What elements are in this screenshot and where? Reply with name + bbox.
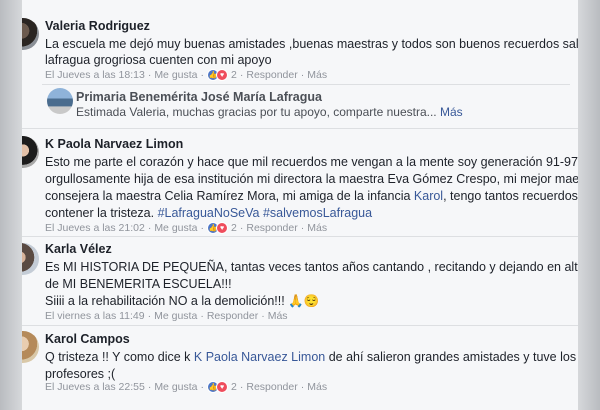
reactions[interactable]: 👍 ♥ — [207, 381, 229, 393]
reply-author-name[interactable]: Primaria Benemérita José María Lafragua — [76, 90, 322, 104]
commenter-name[interactable]: Karla Vélez — [45, 242, 112, 256]
comment-text-line: Q tristeza !! Y como dice k K Paola Narv… — [45, 349, 578, 366]
avatar[interactable] — [22, 136, 39, 168]
reactions[interactable]: 👍 ♥ — [207, 69, 229, 81]
comment-meta: El Jueves a las 22:55 · Me gusta · 👍 ♥ 2… — [45, 381, 328, 393]
comment-text-segment: , tengo tantos recuerdos k no puedo — [443, 189, 578, 203]
commenter-name[interactable]: Valeria Rodriguez — [45, 19, 150, 33]
commenter-name[interactable]: Karol Campos — [45, 332, 130, 346]
reply-text: Estimada Valeria, muchas gracias por tu … — [76, 104, 463, 121]
comment-text-segment: contener la tristeza. — [45, 206, 158, 220]
avatar[interactable] — [22, 18, 39, 50]
page-avatar[interactable] — [47, 88, 73, 114]
comment-text-line: La escuela me dejó muy buenas amistades … — [45, 37, 578, 51]
reply-link[interactable]: Responder — [207, 310, 258, 322]
comment-meta: El viernes a las 11:49 · Me gusta · Resp… — [45, 310, 288, 322]
timestamp[interactable]: El Jueves a las 18:13 — [45, 69, 145, 81]
avatar[interactable] — [22, 331, 39, 363]
like-link[interactable]: Me gusta — [154, 222, 197, 234]
reply-link[interactable]: Responder — [246, 222, 297, 234]
background-left — [0, 0, 22, 410]
reply-comment: Primaria Benemérita José María Lafragua … — [42, 84, 570, 128]
like-link[interactable]: Me gusta — [154, 310, 197, 322]
hashtag-links[interactable]: #LafraguaNoSeVa #salvemosLafragua — [158, 206, 373, 220]
timestamp[interactable]: El Jueves a las 22:55 — [45, 381, 145, 393]
comment-text-line: contener la tristeza. #LafraguaNoSeVa #s… — [45, 205, 372, 222]
comment-text-segment: Siiii a la rehabilitación NO a la demoli… — [45, 294, 289, 308]
comment-text-line: de MI BENEMERITA ESCUELA!!! — [45, 277, 232, 291]
comment-text-line: Es MI HISTORIA DE PEQUEÑA, tantas veces … — [45, 260, 578, 274]
comment-meta: El Jueves a las 18:13 · Me gusta · 👍 ♥ 2… — [45, 69, 328, 81]
love-reaction-icon: ♥ — [216, 381, 229, 393]
comment-text-segment: de ahí salieron grandes amistades y tuve… — [328, 350, 578, 364]
more-link[interactable]: Más — [307, 222, 327, 234]
reply-link[interactable]: Responder — [246, 69, 297, 81]
comment-text-line: lafragua grogriosa cuenten con mi apoyo — [45, 53, 272, 67]
avatar[interactable] — [22, 243, 39, 275]
background-right — [578, 0, 600, 410]
timestamp[interactable]: El Jueves a las 21:02 — [45, 222, 145, 234]
comment-text-line: orgullosamente hija de esa institución m… — [45, 172, 578, 186]
emoji: 🙏😌 — [288, 294, 320, 308]
comment-text-segment: consejera la maestra Celia Ramírez Mora,… — [45, 189, 414, 203]
comment-text-line: Esto me parte el corazón y hace que mil … — [45, 155, 578, 169]
more-link[interactable]: Más — [307, 381, 327, 393]
mention-link[interactable]: Karol — [414, 189, 443, 203]
reaction-count[interactable]: 2 — [231, 69, 237, 81]
timestamp[interactable]: El viernes a las 11:49 — [45, 310, 145, 322]
mention-link[interactable]: K Paola Narvaez Limon — [194, 350, 325, 364]
comment-text-segment: Q tristeza !! Y como dice k — [45, 350, 194, 364]
see-more-link[interactable]: Más — [440, 105, 463, 119]
reaction-count[interactable]: 2 — [231, 222, 237, 234]
comments-panel: Valeria Rodriguez La escuela me dejó muy… — [22, 0, 578, 410]
love-reaction-icon: ♥ — [216, 222, 229, 234]
divider — [42, 84, 570, 85]
like-link[interactable]: Me gusta — [154, 381, 197, 393]
divider — [22, 325, 578, 326]
reaction-count[interactable]: 2 — [231, 381, 237, 393]
divider — [22, 128, 578, 129]
like-link[interactable]: Me gusta — [154, 69, 197, 81]
reactions[interactable]: 👍 ♥ — [207, 222, 229, 234]
commenter-name[interactable]: K Paola Narvaez Limon — [45, 137, 183, 151]
reply-link[interactable]: Responder — [246, 381, 297, 393]
love-reaction-icon: ♥ — [216, 69, 229, 81]
more-link[interactable]: Más — [268, 310, 288, 322]
comment-meta: El Jueves a las 21:02 · Me gusta · 👍 ♥ 2… — [45, 222, 328, 234]
reply-text-body: Estimada Valeria, muchas gracias por tu … — [76, 105, 437, 119]
divider — [22, 236, 578, 237]
comment-text-line: consejera la maestra Celia Ramírez Mora,… — [45, 188, 578, 205]
comment-text-line: Siiii a la rehabilitación NO a la demoli… — [45, 293, 319, 310]
more-link[interactable]: Más — [307, 69, 327, 81]
